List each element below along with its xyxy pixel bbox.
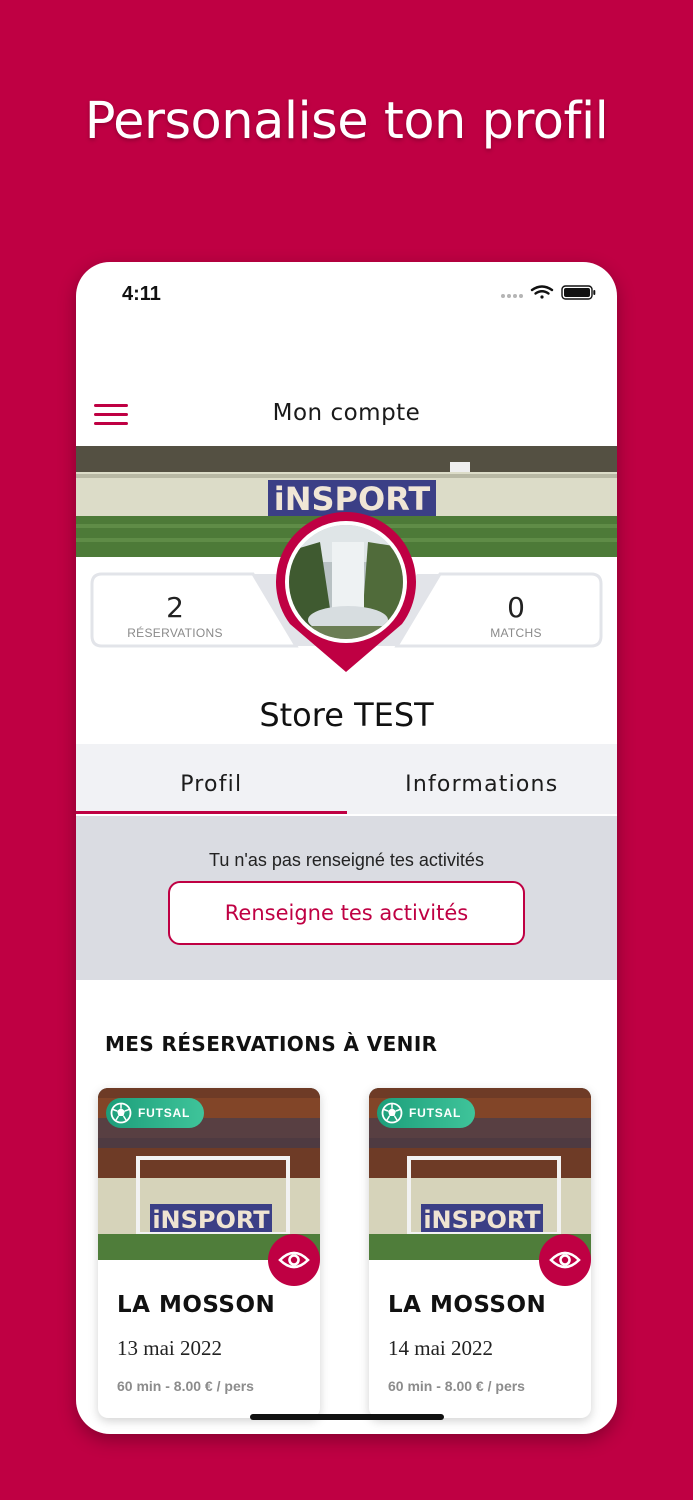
status-icons [497, 284, 597, 305]
tab-informations[interactable]: Informations [347, 744, 618, 814]
phone-frame: 4:11 Mon compte iNSPORT 2 RÉSERVATIONS 0… [76, 262, 617, 1434]
reservations-label: RÉSERVATIONS [127, 626, 223, 640]
page-title: Mon compte [272, 400, 421, 426]
card-info: 60 min - 8.00 € / pers [117, 1378, 254, 1394]
stat-matches: 0 MATCHS [431, 591, 601, 641]
sport-badge: FUTSAL [106, 1098, 205, 1128]
sport-badge-label: FUTSAL [409, 1106, 462, 1120]
headline: Personalise ton profil [84, 92, 609, 151]
battery-icon [561, 285, 596, 300]
card-venue: LA MOSSON [388, 1292, 547, 1318]
nav-bar: Mon compte [76, 382, 617, 446]
status-time: 4:11 [122, 283, 161, 305]
tab-profil[interactable]: Profil [76, 744, 347, 814]
card-banner-text: iNSPORT [423, 1206, 541, 1234]
sport-badge: FUTSAL [377, 1098, 476, 1128]
section-title-upcoming-reservations: MES RÉSERVATIONS À VENIR [105, 1032, 438, 1056]
reservations-count: 2 [166, 591, 184, 624]
view-reservation-button[interactable] [539, 1234, 591, 1286]
card-info: 60 min - 8.00 € / pers [388, 1378, 525, 1394]
card-banner-text: iNSPORT [152, 1206, 270, 1234]
profile-name: Store TEST [259, 696, 434, 734]
soccer-ball-icon [110, 1102, 132, 1124]
view-reservation-button[interactable] [268, 1234, 320, 1286]
reservation-card[interactable]: iNSPORT FUTSAL LA MOSSON 14 mai 2022 60 … [369, 1088, 591, 1418]
matches-label: MATCHS [490, 626, 542, 640]
sport-badge-label: FUTSAL [138, 1106, 191, 1120]
reservation-card[interactable]: iNSPORT FUTSAL LA MOSSON 13 mai 2022 60 … [98, 1088, 320, 1418]
status-bar: 4:11 [76, 262, 617, 322]
eye-icon [549, 1251, 581, 1269]
eye-icon [278, 1251, 310, 1269]
signal-icon [501, 294, 523, 298]
home-indicator [250, 1414, 444, 1420]
card-date: 13 mai 2022 [117, 1336, 222, 1360]
stat-reservations: 2 RÉSERVATIONS [90, 591, 260, 641]
activities-panel: Tu n'as pas renseigné tes activités Rens… [76, 816, 617, 980]
profile-tabs: Profil Informations [76, 744, 617, 814]
matches-count: 0 [507, 591, 525, 624]
avatar[interactable] [276, 512, 416, 677]
card-venue: LA MOSSON [117, 1292, 276, 1318]
soccer-ball-icon [381, 1102, 403, 1124]
activities-message: Tu n'as pas renseigné tes activités [209, 850, 484, 870]
card-date: 14 mai 2022 [388, 1336, 493, 1360]
fill-activities-button[interactable]: Renseigne tes activités [168, 881, 525, 945]
wifi-icon [530, 285, 554, 299]
